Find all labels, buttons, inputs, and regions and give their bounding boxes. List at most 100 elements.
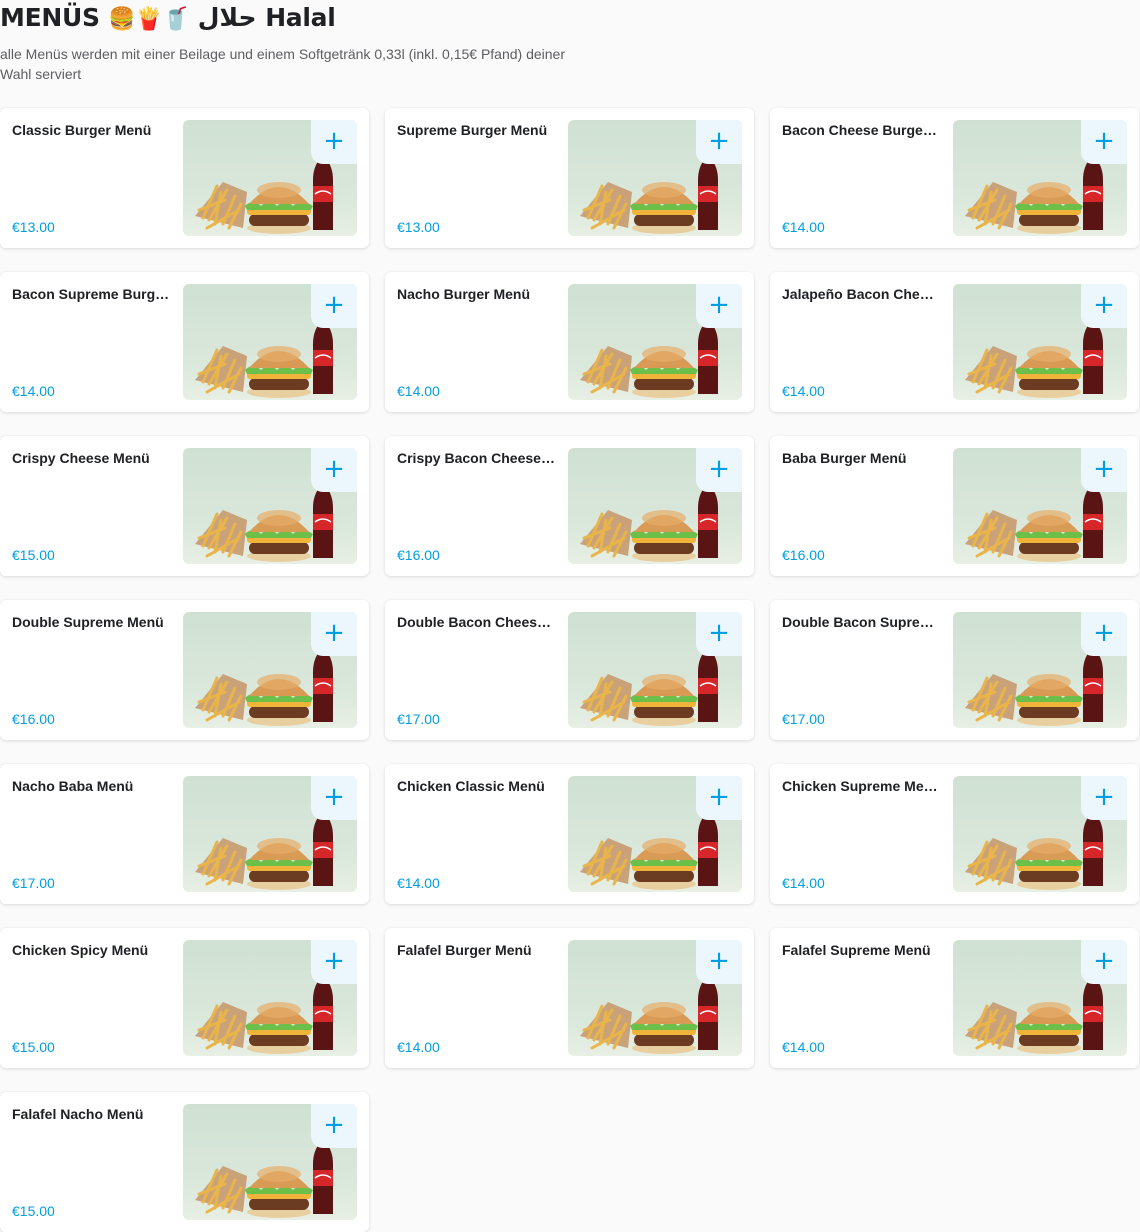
menu-item-price: €16.00 [782,547,825,563]
add-to-cart-button[interactable]: + [1081,284,1127,328]
menu-item-card[interactable]: Falafel Nacho Menü €15.00 + [0,1092,369,1232]
menu-item-card[interactable]: Crispy Cheese Menü €15.00 + [0,436,369,576]
menu-item-image[interactable]: + [953,776,1127,892]
menu-item-price: €14.00 [782,875,825,891]
menu-item-name: Crispy Bacon Cheese Menü [397,450,555,466]
add-to-cart-button[interactable]: + [696,612,742,656]
menu-item-price: €14.00 [782,1039,825,1055]
add-to-cart-button[interactable]: + [1081,940,1127,984]
add-to-cart-button[interactable]: + [1081,120,1127,164]
menu-item-image[interactable]: + [568,120,742,236]
menu-item-name: Falafel Nacho Menü [12,1106,144,1122]
menu-item-image[interactable]: + [183,120,357,236]
menu-item-price: €16.00 [397,547,440,563]
menu-item-image[interactable]: + [568,940,742,1056]
menu-item-card[interactable]: Supreme Burger Menü €13.00 + [385,108,754,248]
menu-item-name: Falafel Supreme Menü [782,942,931,958]
section-title-text: MENÜS [0,3,100,32]
menu-item-card[interactable]: Double Bacon Cheese Menü €17.00 [385,600,754,740]
menu-item-image[interactable]: + [953,284,1127,400]
menu-item-name: Supreme Burger Menü [397,122,548,138]
menu-item-name: Falafel Burger Menü [397,942,532,958]
menu-item-price: €17.00 [12,875,55,891]
add-to-cart-button[interactable]: + [311,940,357,984]
add-to-cart-button[interactable]: + [311,776,357,820]
menu-item-name: Baba Burger Menü [782,450,907,466]
menu-item-name: Jalapeño Bacon Cheese Menü [782,286,940,302]
add-to-cart-button[interactable]: + [696,940,742,984]
menu-item-price: €14.00 [12,383,55,399]
section-description: alle Menüs werden mit einer Beilage und … [0,46,565,82]
menu-item-price: €13.00 [397,219,440,235]
menu-item-price: €14.00 [782,219,825,235]
menu-item-image[interactable]: + [183,612,357,728]
menu-item-image[interactable]: + [953,120,1127,236]
menu-item-image[interactable]: + [183,1104,357,1220]
menu-item-image[interactable]: + [183,776,357,892]
menu-item-card[interactable]: Classic Burger Menü €13.00 + [0,108,369,248]
section-title-halal: حلال Halal [197,3,336,32]
menu-item-name: Chicken Classic Menü [397,778,545,794]
add-to-cart-button[interactable]: + [311,612,357,656]
add-to-cart-button[interactable]: + [696,776,742,820]
menu-item-card[interactable]: Crispy Bacon Cheese Menü €16.00 [385,436,754,576]
menu-item-image[interactable]: + [568,612,742,728]
menu-item-image[interactable]: + [568,284,742,400]
menu-item-name: Crispy Cheese Menü [12,450,150,466]
add-to-cart-button[interactable]: + [311,1104,357,1148]
menu-item-image[interactable]: + [953,612,1127,728]
menu-item-card[interactable]: Chicken Spicy Menü €15.00 + [0,928,369,1068]
section-title: MENÜS 🍔🍟🥤 حلال Halal [0,2,336,36]
add-to-cart-button[interactable]: + [311,284,357,328]
menu-item-card[interactable]: Baba Burger Menü €16.00 + [770,436,1139,576]
menu-item-card[interactable]: Falafel Supreme Menü €14.00 + [770,928,1139,1068]
menu-item-name: Double Bacon Cheese Menü [397,614,555,630]
add-to-cart-button[interactable]: + [696,284,742,328]
add-to-cart-button[interactable]: + [311,120,357,164]
menu-item-name: Nacho Baba Menü [12,778,134,794]
add-to-cart-button[interactable]: + [696,120,742,164]
menu-item-image[interactable]: + [568,448,742,564]
menu-item-image[interactable]: + [183,284,357,400]
menu-item-card[interactable]: Bacon Supreme Burger Menü €14.00 [0,272,369,412]
menu-item-price: €14.00 [397,875,440,891]
menu-item-price: €15.00 [12,1039,55,1055]
menu-item-price: €13.00 [12,219,55,235]
menu-item-price: €17.00 [397,711,440,727]
add-to-cart-button[interactable]: + [311,448,357,492]
menu-item-image[interactable]: + [183,940,357,1056]
menu-item-price: €15.00 [12,547,55,563]
add-to-cart-button[interactable]: + [1081,776,1127,820]
add-to-cart-button[interactable]: + [1081,612,1127,656]
menu-item-price: €14.00 [397,1039,440,1055]
menu-item-name: Bacon Cheese Burger Menü [782,122,940,138]
menu-item-image[interactable]: + [568,776,742,892]
menu-item-price: €15.00 [12,1203,55,1219]
menu-item-card[interactable]: Bacon Cheese Burger Menü €14.00 [770,108,1139,248]
menu-item-image[interactable]: + [953,448,1127,564]
add-to-cart-button[interactable]: + [696,448,742,492]
add-to-cart-button[interactable]: + [1081,448,1127,492]
menu-item-name: Nacho Burger Menü [397,286,531,302]
menu-item-name: Classic Burger Menü [12,122,152,138]
menu-item-card[interactable]: Chicken Supreme Menü €14.00 + [770,764,1139,904]
menu-grid: Classic Burger Menü €13.00 + Supreme Bur… [0,108,1139,1232]
menu-item-image[interactable]: + [183,448,357,564]
menu-item-card[interactable]: Nacho Baba Menü €17.00 + [0,764,369,904]
menu-item-price: €14.00 [397,383,440,399]
menu-item-name: Double Supreme Menü [12,614,164,630]
menu-item-price: €17.00 [782,711,825,727]
menu-item-card[interactable]: Falafel Burger Menü €14.00 + [385,928,754,1068]
menu-item-card[interactable]: Jalapeño Bacon Cheese Menü €14.00 [770,272,1139,412]
menu-item-name: Double Bacon Supreme Menü [782,614,940,630]
menu-item-card[interactable]: Double Supreme Menü €16.00 + [0,600,369,740]
menu-item-card[interactable]: Double Bacon Supreme Menü €17.00 [770,600,1139,740]
menu-item-card[interactable]: Nacho Burger Menü €14.00 + [385,272,754,412]
section-title-emoji: 🍔🍟🥤 [108,7,190,32]
menu-item-name: Bacon Supreme Burger Menü [12,286,170,302]
menu-item-card[interactable]: Chicken Classic Menü €14.00 + [385,764,754,904]
menu-item-image[interactable]: + [953,940,1127,1056]
menu-item-name: Chicken Spicy Menü [12,942,149,958]
menu-item-price: €14.00 [782,383,825,399]
menu-item-name: Chicken Supreme Menü [782,778,940,794]
